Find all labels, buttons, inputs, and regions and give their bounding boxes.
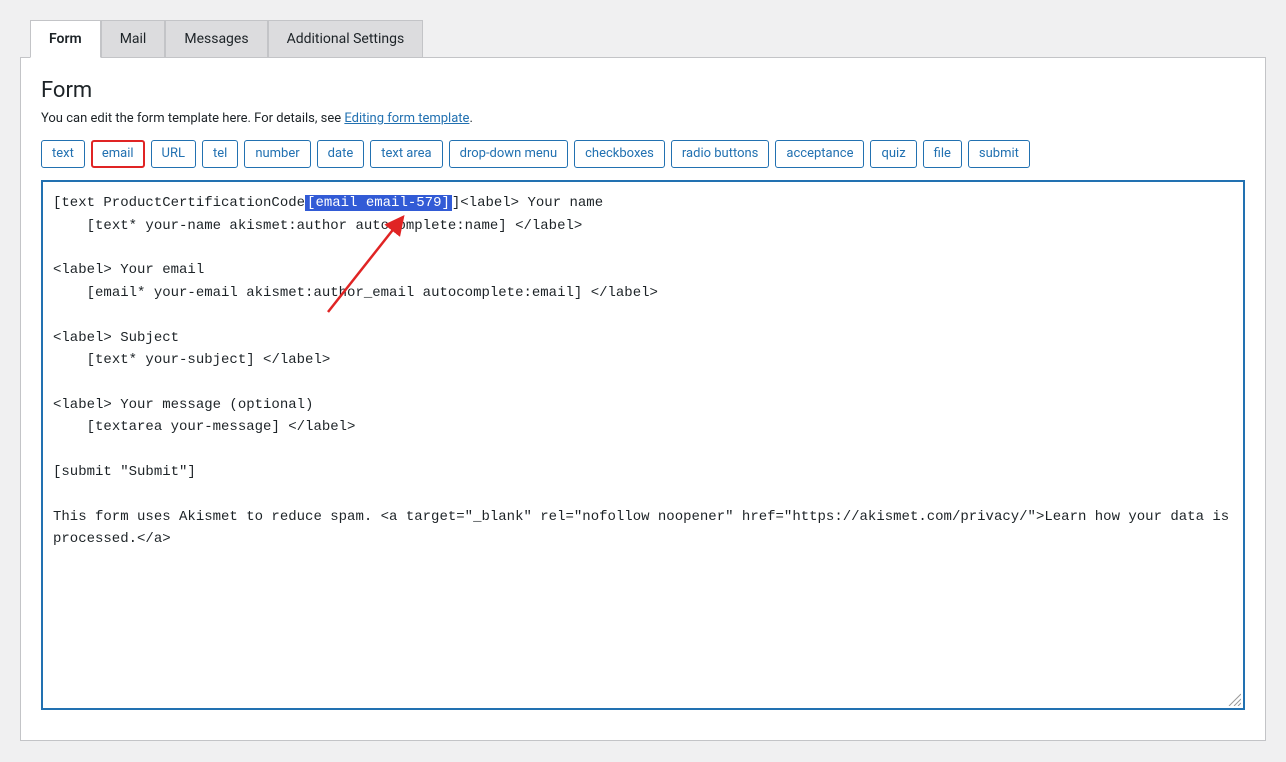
tab-mail[interactable]: Mail	[101, 20, 166, 57]
tag-button-date[interactable]: date	[317, 140, 365, 168]
tag-button-checkboxes[interactable]: checkboxes	[574, 140, 665, 168]
tab-form[interactable]: Form	[30, 20, 101, 58]
tag-button-acceptance[interactable]: acceptance	[775, 140, 864, 168]
tab-additional-settings[interactable]: Additional Settings	[268, 20, 424, 57]
tag-button-radio[interactable]: radio buttons	[671, 140, 770, 168]
description-suffix: .	[469, 111, 472, 126]
tag-button-file[interactable]: file	[923, 140, 962, 168]
tag-button-email[interactable]: email	[91, 140, 145, 168]
description: You can edit the form template here. For…	[41, 111, 1245, 126]
editing-form-template-link[interactable]: Editing form template	[344, 111, 469, 126]
tag-button-dropdown[interactable]: drop-down menu	[449, 140, 568, 168]
code-highlight-selection: [email email-579]	[305, 195, 452, 211]
code-part1: [text ProductCertificationCode	[53, 195, 305, 211]
tag-button-text[interactable]: text	[41, 140, 85, 168]
tabs-container: Form Mail Messages Additional Settings	[30, 20, 1266, 57]
tag-button-url[interactable]: URL	[151, 140, 196, 168]
tab-panel: Form You can edit the form template here…	[20, 57, 1266, 741]
tag-button-number[interactable]: number	[244, 140, 310, 168]
tag-button-textarea[interactable]: text area	[370, 140, 442, 168]
form-template-editor[interactable]: [text ProductCertificationCode[email ema…	[41, 180, 1245, 710]
page-title: Form	[41, 78, 1245, 103]
tag-button-tel[interactable]: tel	[202, 140, 238, 168]
panel-inner: Form You can edit the form template here…	[21, 58, 1265, 740]
tab-messages[interactable]: Messages	[165, 20, 267, 57]
tag-button-submit[interactable]: submit	[968, 140, 1030, 168]
code-part2: ]<label> Your name [text* your-name akis…	[53, 195, 1238, 547]
tag-button-quiz[interactable]: quiz	[870, 140, 916, 168]
description-prefix: You can edit the form template here. For…	[41, 111, 344, 126]
tag-buttons-container: text email URL tel number date text area…	[41, 140, 1245, 168]
resize-handle-icon[interactable]	[1227, 692, 1241, 706]
